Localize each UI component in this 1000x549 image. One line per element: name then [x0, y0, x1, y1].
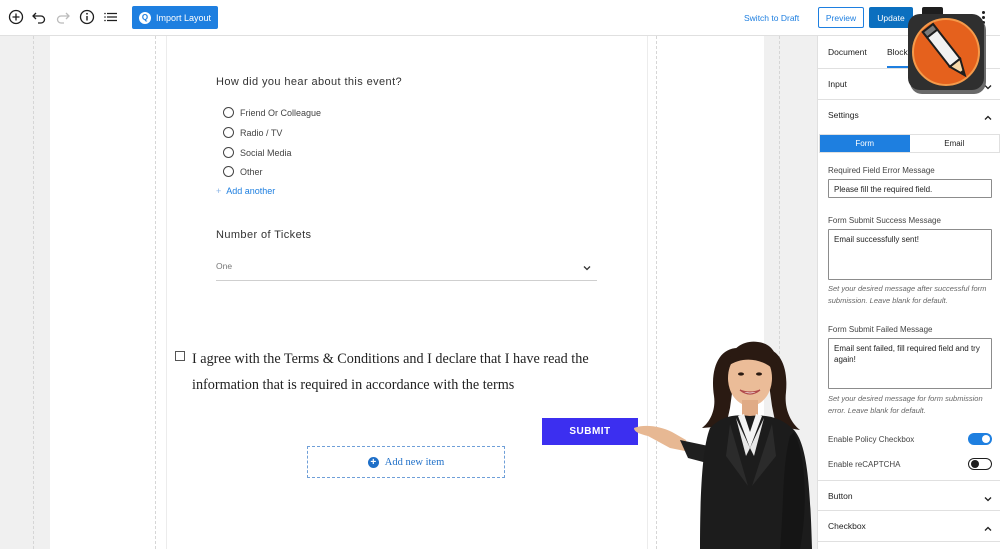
settings-panel-header[interactable]: Settings [818, 100, 1000, 131]
editor-toolbar: Q Import Layout Switch to Draft Preview … [0, 0, 1000, 36]
radio-option[interactable]: Social Media [223, 147, 292, 158]
add-another-option-link[interactable]: + Add another [216, 186, 275, 196]
add-new-item-button[interactable]: + Add new item [307, 446, 505, 478]
checkbox-panel-header[interactable]: Checkbox [818, 511, 1000, 542]
chevron-down-icon [582, 260, 592, 278]
import-layout-label: Import Layout [156, 12, 212, 23]
businesswoman-image [630, 336, 830, 549]
plus-circle-icon: + [367, 456, 379, 468]
layout-guide [155, 36, 156, 549]
terms-agreement-text: I agree with the Terms & Conditions and … [192, 351, 589, 393]
policy-checkbox-row: Enable Policy Checkbox [828, 433, 992, 447]
preview-button[interactable]: Preview [818, 7, 864, 28]
radio-button[interactable] [223, 127, 234, 138]
terms-checkbox[interactable] [175, 351, 185, 361]
pencil-edit-badge-icon [906, 12, 990, 96]
form-email-toggle: Form Email [819, 134, 1000, 153]
layout-guide [33, 36, 34, 549]
radio-option[interactable]: Friend Or Colleague [223, 107, 321, 118]
button-panel-title: Button [828, 491, 853, 501]
add-block-icon[interactable] [7, 8, 25, 26]
radio-button[interactable] [223, 107, 234, 118]
required-error-label: Required Field Error Message [828, 166, 935, 175]
tickets-label: Number of Tickets [216, 229, 312, 241]
required-error-input[interactable]: Please fill the required field. [828, 179, 992, 198]
radio-button[interactable] [223, 166, 234, 177]
add-another-label: Add another [226, 186, 276, 196]
success-message-textarea[interactable]: Email successfully sent! [828, 229, 992, 280]
settings-panel-title: Settings [828, 110, 859, 120]
import-layout-button[interactable]: Q Import Layout [132, 6, 218, 29]
radio-option[interactable]: Other [223, 166, 263, 177]
tab-block[interactable]: Block [887, 47, 908, 68]
add-new-item-label: Add new item [384, 456, 445, 468]
success-message-help: Set your desired message after successfu… [828, 284, 987, 305]
tab-document[interactable]: Document [828, 47, 867, 57]
recaptcha-row: Enable reCAPTCHA [828, 458, 992, 472]
undo-icon[interactable] [30, 8, 48, 26]
failed-message-help: Set your desired message for form submis… [828, 394, 983, 415]
plus-icon: + [216, 186, 222, 196]
radio-option-label: Other [240, 166, 263, 177]
failed-message-label: Form Submit Failed Message [828, 325, 933, 334]
button-panel-header[interactable]: Button [818, 480, 1000, 511]
tickets-selected-value: One [216, 261, 233, 271]
submit-button[interactable]: SUBMIT [542, 418, 638, 445]
settings-sidebar: Document Block Input Settings Form Email… [817, 36, 1000, 549]
tickets-select[interactable]: One [216, 254, 597, 281]
radio-option-label: Social Media [240, 147, 292, 158]
info-icon[interactable] [78, 8, 96, 26]
policy-checkbox-toggle[interactable] [968, 433, 992, 445]
radio-option[interactable]: Radio / TV [223, 127, 282, 138]
event-source-question: How did you hear about this event? [216, 76, 403, 88]
input-panel-title: Input [828, 79, 847, 89]
success-message-label: Form Submit Success Message [828, 216, 941, 225]
chevron-down-icon [983, 491, 993, 509]
radio-button[interactable] [223, 147, 234, 158]
segment-email[interactable]: Email [910, 135, 1000, 152]
radio-option-label: Radio / TV [240, 127, 283, 138]
segment-form[interactable]: Form [820, 135, 910, 152]
chevron-up-icon [983, 521, 993, 539]
redo-icon[interactable] [54, 8, 72, 26]
checkbox-panel-title: Checkbox [828, 521, 866, 531]
list-view-icon[interactable] [102, 8, 120, 26]
radio-option-label: Friend Or Colleague [240, 107, 322, 118]
policy-checkbox-label: Enable Policy Checkbox [828, 435, 915, 444]
recaptcha-label: Enable reCAPTCHA [828, 460, 901, 469]
failed-message-textarea[interactable]: Email sent failed, fill required field a… [828, 338, 992, 389]
recaptcha-toggle[interactable] [968, 458, 992, 470]
switch-to-draft-link[interactable]: Switch to Draft [744, 13, 799, 23]
chevron-up-icon [983, 110, 993, 128]
import-logo-icon: Q [139, 11, 151, 24]
